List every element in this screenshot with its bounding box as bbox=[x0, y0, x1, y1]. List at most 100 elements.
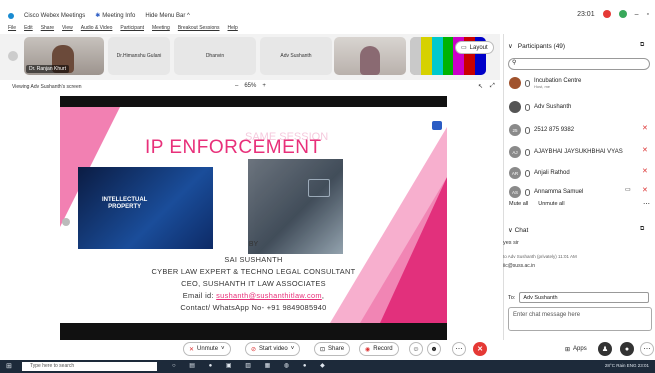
restore-icon[interactable]: ▫ bbox=[647, 11, 649, 18]
share-icon: ⊡ bbox=[320, 346, 326, 353]
menu-breakout[interactable]: Breakout Sessions bbox=[178, 25, 220, 31]
chevron-down-icon: ˅ bbox=[221, 346, 225, 352]
mic-icon bbox=[525, 169, 530, 177]
layout-button[interactable]: ▭ Layout bbox=[455, 41, 494, 54]
muted-mic-icon[interactable]: ✕ bbox=[642, 186, 648, 194]
chat-header[interactable]: ∨ Chat bbox=[508, 226, 528, 234]
chat-toggle-button[interactable]: ● bbox=[620, 342, 634, 356]
muted-mic-icon[interactable]: ✕ bbox=[642, 124, 648, 132]
participants-header[interactable]: ∨ Participants (49) bbox=[508, 42, 566, 51]
participant-search-input[interactable]: ⚲ bbox=[508, 58, 650, 70]
fullscreen-icon[interactable]: ⤢ bbox=[490, 83, 495, 90]
menu-help[interactable]: Help bbox=[228, 25, 238, 31]
menu-edit[interactable]: Edit bbox=[24, 25, 33, 31]
emoji-button[interactable]: ☻ bbox=[427, 342, 441, 356]
more-button[interactable]: ⋯ bbox=[452, 342, 466, 356]
layout-icon: ▭ bbox=[461, 45, 467, 51]
muted-mic-icon: ✕ bbox=[189, 346, 195, 353]
windows-start-icon[interactable]: ⊞ bbox=[6, 362, 12, 370]
webex-logo-icon bbox=[8, 12, 14, 19]
panel-more-button[interactable]: ⋯ bbox=[640, 342, 654, 356]
participant-row[interactable]: Incubation Centre Host, me bbox=[509, 77, 581, 89]
avatar bbox=[509, 101, 521, 113]
record-icon: ◉ bbox=[365, 346, 371, 353]
participant-name: Incubation Centre bbox=[534, 77, 582, 84]
slide-nav-left-icon[interactable] bbox=[62, 218, 70, 226]
mic-icon bbox=[525, 79, 530, 87]
participant-tile[interactable]: Dhanvin bbox=[174, 37, 256, 75]
menu-share[interactable]: Share bbox=[41, 25, 54, 31]
chat-message: yes sir bbox=[503, 240, 519, 246]
mic-icon bbox=[525, 103, 530, 111]
reactions-button[interactable]: ☺ bbox=[409, 342, 423, 356]
participant-row[interactable]: Adv Sushanth bbox=[509, 101, 571, 113]
participant-name: Adv Sushanth bbox=[534, 104, 572, 110]
popout-icon[interactable]: ⧉ bbox=[640, 42, 644, 49]
to-label: To: bbox=[508, 294, 516, 301]
menu-audio-video[interactable]: Audio & Video bbox=[81, 25, 113, 31]
scales-of-justice-image bbox=[248, 159, 343, 254]
pointer-icon[interactable]: ↖ bbox=[478, 83, 483, 90]
participant-row[interactable]: 25 2512 875 9382 bbox=[509, 124, 574, 136]
chat-input[interactable]: Enter chat message here bbox=[508, 307, 652, 331]
participant-sub: Host, me bbox=[534, 83, 551, 89]
self-video-tile[interactable]: Dr. Ranjan Khurt bbox=[24, 37, 104, 75]
menu-participant[interactable]: Participant bbox=[120, 25, 144, 31]
participants-toggle-button[interactable]: ♟ bbox=[598, 342, 612, 356]
video-off-icon: ⊘ bbox=[251, 346, 257, 353]
os-taskbar: ⊞ Type here to search ○ ▤ ● ▣ ▥ ▦ ◍ ● ◆ … bbox=[0, 360, 655, 373]
chat-message-meta: to Adv Sushanth (privately) 11:01 AM bbox=[503, 254, 577, 259]
leave-meeting-button[interactable]: ✕ bbox=[473, 342, 487, 356]
share-button[interactable]: ⊡ Share bbox=[314, 342, 351, 356]
zoom-level[interactable]: 65% bbox=[244, 83, 256, 89]
slide-author: SAI SUSHANTH bbox=[224, 255, 283, 264]
unmute-button[interactable]: ✕ Unmute ˅ bbox=[183, 342, 231, 356]
participant-tile[interactable]: Dr.Himanshu Gulani bbox=[108, 37, 170, 75]
system-tray: 28°C Rain ENG 23:01 bbox=[605, 363, 649, 368]
title-bar: Cisco Webex Meetings ✱ Meeting Info Hide… bbox=[0, 0, 655, 22]
taskbar-search-input[interactable]: Type here to search bbox=[22, 362, 157, 371]
record-button[interactable]: ◉ Record bbox=[359, 342, 399, 356]
muted-mic-icon[interactable]: ✕ bbox=[642, 167, 648, 175]
video-strip: Dr. Ranjan Khurt Dr.Himanshu Gulani Dhan… bbox=[0, 34, 500, 80]
apps-button[interactable]: ⊞ Apps bbox=[560, 342, 592, 356]
presenter-badge-icon bbox=[432, 121, 442, 130]
minimize-icon[interactable]: – bbox=[635, 11, 639, 18]
unmute-all-button[interactable]: Unmute all bbox=[538, 201, 564, 207]
participant-row[interactable]: AR Anjali Rathod bbox=[509, 167, 570, 179]
menu-view[interactable]: View bbox=[62, 25, 73, 31]
more-icon: ⋯ bbox=[455, 346, 463, 353]
menu-file[interactable]: File bbox=[8, 25, 16, 31]
recipient-select[interactable]: Adv Sushanth bbox=[519, 292, 650, 303]
info-icon: ✱ bbox=[95, 13, 101, 19]
zoom-out-button[interactable]: – bbox=[235, 83, 238, 89]
chevron-down-icon: ˅ bbox=[290, 346, 295, 352]
participant-row[interactable]: AS Annamma Samuel bbox=[509, 186, 583, 198]
participant-name: 2512 875 9382 bbox=[534, 127, 575, 133]
meeting-info-button[interactable]: ✱ Meeting Info bbox=[95, 12, 135, 20]
slide-role: CYBER LAW EXPERT & TECHNO LEGAL CONSULTA… bbox=[151, 267, 356, 276]
avatar: 25 bbox=[509, 124, 521, 136]
start-video-button[interactable]: ⊘ Start video ˅ bbox=[245, 342, 301, 356]
clock: 23:01 bbox=[577, 10, 595, 18]
chat-recipient-row: To: Adv Sushanth bbox=[508, 292, 650, 303]
hide-menu-bar-button[interactable]: Hide Menu Bar ^ bbox=[145, 13, 190, 19]
taskbar-app-icons[interactable]: ○ ▤ ● ▣ ▥ ▦ ◍ ● ◆ bbox=[172, 362, 331, 369]
participant-video-tile[interactable] bbox=[334, 37, 406, 75]
popout-icon[interactable]: ⧉ bbox=[640, 226, 644, 233]
menu-meeting[interactable]: Meeting bbox=[152, 25, 170, 31]
apps-grid-icon: ⊞ bbox=[565, 346, 571, 353]
strip-scroll-left-button[interactable] bbox=[8, 51, 18, 61]
muted-mic-icon[interactable]: ✕ bbox=[642, 146, 648, 154]
zoom-in-button[interactable]: + bbox=[262, 83, 266, 89]
participant-row[interactable]: AJ AJAYBHAI JAYSUKHBHAI VYAS bbox=[509, 146, 623, 158]
participant-tile[interactable]: Adv Sushanth bbox=[260, 37, 332, 75]
participants-title: Participants (49) bbox=[517, 42, 566, 50]
search-icon: ⚲ bbox=[512, 60, 517, 66]
mic-icon bbox=[525, 188, 530, 196]
people-icon: ♟ bbox=[601, 346, 609, 353]
more-options-icon[interactable]: ⋯ bbox=[643, 200, 650, 208]
mute-all-button[interactable]: Mute all bbox=[509, 201, 528, 207]
chat-bubble-icon: ● bbox=[624, 345, 630, 353]
chevron-down-icon: ∨ bbox=[508, 43, 513, 50]
